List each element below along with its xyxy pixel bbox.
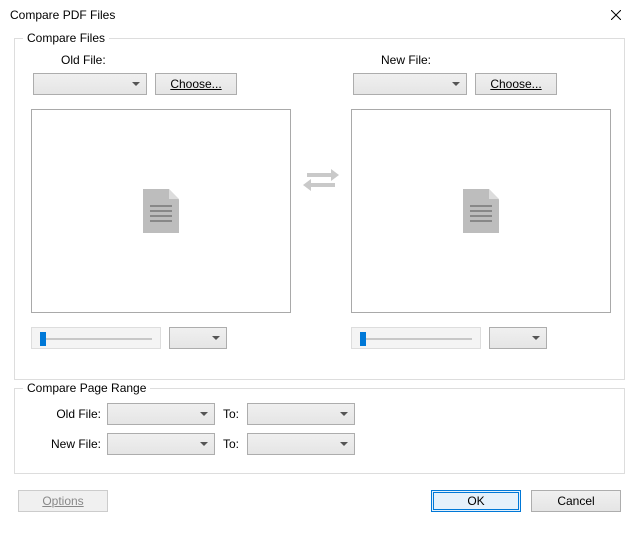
old-range-label: Old File: [31,407,101,421]
new-range-to-combo[interactable] [247,433,355,455]
new-file-zoom-slider[interactable] [351,327,481,349]
cancel-button[interactable]: Cancel [531,490,621,512]
dialog-footer: Options OK Cancel [0,482,639,512]
chevron-down-icon [200,412,208,416]
chevron-down-icon [452,82,460,86]
old-range-from-combo[interactable] [107,403,215,425]
chevron-down-icon [212,336,220,340]
compare-page-range-group: Compare Page Range Old File: To: New Fil… [14,388,625,474]
window-title: Compare PDF Files [10,8,115,22]
compare-range-legend: Compare Page Range [23,381,150,395]
to-label: To: [223,437,239,451]
swap-icon [301,163,341,193]
old-file-choose-button[interactable]: Choose... [155,73,237,95]
new-file-preview [351,109,611,313]
old-file-column: Old File: Choose... [31,53,291,349]
new-file-zoom-combo[interactable] [489,327,547,349]
old-range-row: Old File: To: [31,403,608,425]
options-button: Options [18,490,108,512]
new-file-choose-button[interactable]: Choose... [475,73,557,95]
chevron-down-icon [340,442,348,446]
old-file-combo[interactable] [33,73,147,95]
chevron-down-icon [532,336,540,340]
close-icon [611,10,621,20]
new-file-label: New File: [381,53,611,67]
old-range-to-combo[interactable] [247,403,355,425]
new-range-row: New File: To: [31,433,608,455]
compare-files-legend: Compare Files [23,31,109,45]
old-file-label: Old File: [61,53,291,67]
new-file-combo[interactable] [353,73,467,95]
chevron-down-icon [200,442,208,446]
document-icon [143,189,179,233]
new-range-label: New File: [31,437,101,451]
to-label: To: [223,407,239,421]
swap-button[interactable] [301,163,341,193]
old-file-zoom-combo[interactable] [169,327,227,349]
titlebar: Compare PDF Files [0,0,639,30]
compare-files-group: Compare Files Old File: Choose... [14,38,625,380]
old-file-zoom-slider[interactable] [31,327,161,349]
close-button[interactable] [593,0,639,30]
chevron-down-icon [340,412,348,416]
ok-button[interactable]: OK [431,490,521,512]
chevron-down-icon [132,82,140,86]
document-icon [463,189,499,233]
new-file-column: New File: Choose... [351,53,611,349]
new-range-from-combo[interactable] [107,433,215,455]
old-file-preview [31,109,291,313]
